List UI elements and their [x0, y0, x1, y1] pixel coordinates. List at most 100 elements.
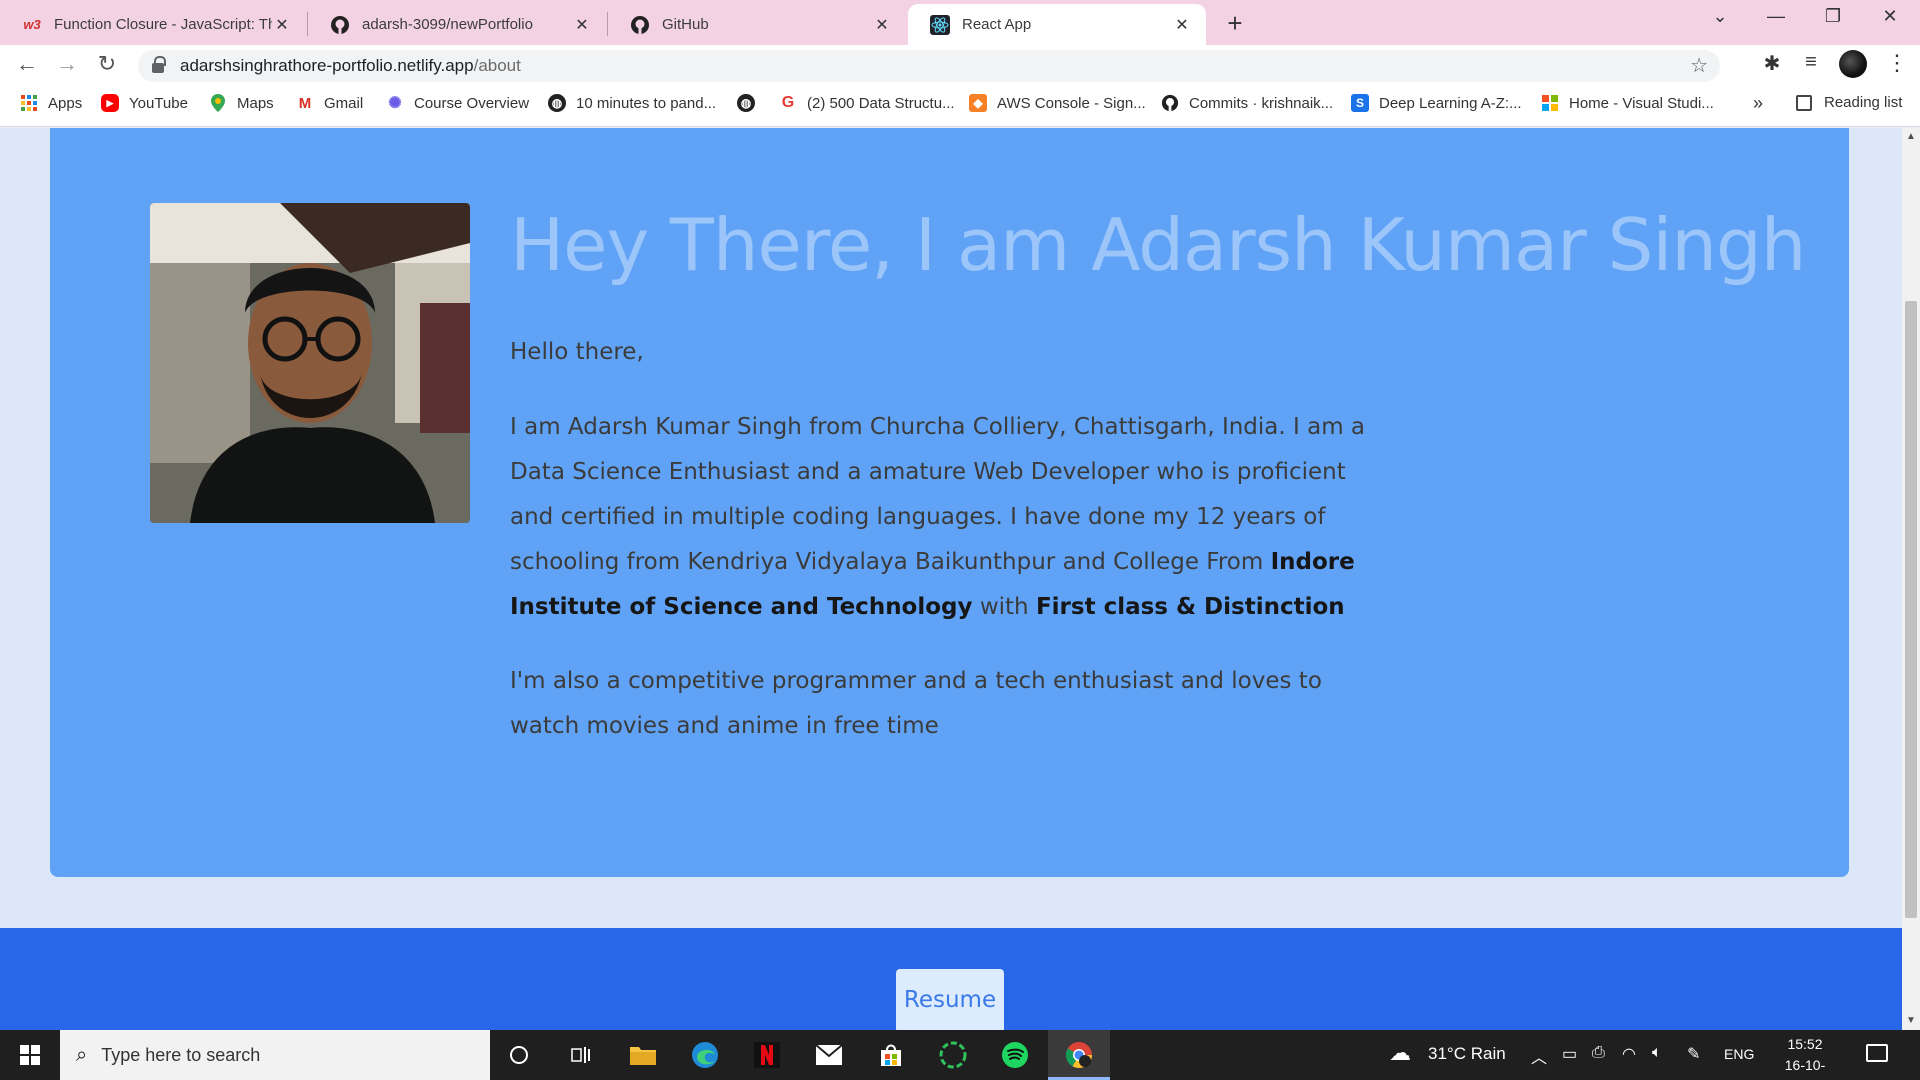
reading-list-button[interactable]: Reading list: [1796, 94, 1902, 111]
globe-icon: ◍: [548, 94, 566, 112]
bookmark-maps[interactable]: Maps: [209, 94, 274, 112]
bookmark-pandas[interactable]: ◍ 10 minutes to pand...: [548, 94, 716, 112]
geeks-icon: G: [781, 94, 795, 111]
reading-list-label: Reading list: [1824, 94, 1903, 111]
close-icon[interactable]: ✕: [1172, 15, 1192, 35]
page-scrollbar[interactable]: ▲ ▼: [1902, 128, 1920, 1030]
avatar[interactable]: [1839, 50, 1867, 78]
start-button[interactable]: [0, 1030, 60, 1080]
minimize-button[interactable]: —: [1761, 6, 1791, 27]
bookmark-course-overview[interactable]: ✺ Course Overview: [386, 94, 530, 113]
bookmark-deep-learning[interactable]: S Deep Learning A-Z:...: [1351, 94, 1522, 112]
cortana-icon[interactable]: [503, 1039, 535, 1071]
w3-icon: w3: [23, 17, 41, 32]
edge-icon[interactable]: [689, 1039, 721, 1071]
search-placeholder: Type here to search: [101, 1044, 261, 1065]
close-icon[interactable]: ✕: [872, 15, 892, 35]
hobbies-paragraph: I'm also a competitive programmer and a …: [510, 668, 1322, 739]
netflix-icon[interactable]: [751, 1039, 783, 1071]
tab-search-icon[interactable]: ⌄: [1705, 6, 1735, 27]
microsoft-icon: [1541, 94, 1559, 112]
bookmark-label: Course Overview: [414, 94, 530, 112]
close-icon[interactable]: ✕: [572, 15, 592, 35]
tab-title: React App: [962, 16, 1032, 33]
bookmark-star-icon[interactable]: ☆: [1690, 53, 1708, 78]
lock-icon[interactable]: [152, 56, 166, 73]
bookmark-label: Deep Learning A-Z:...: [1379, 94, 1522, 112]
back-button[interactable]: ←: [13, 51, 41, 77]
chrome-icon[interactable]: [1063, 1039, 1095, 1071]
scroll-down-arrow-icon[interactable]: ▼: [1902, 1012, 1920, 1030]
resume-button[interactable]: Resume: [896, 969, 1004, 1030]
search-icon: ⌕: [76, 1043, 88, 1066]
tab-function-closure[interactable]: w3 Function Closure - JavaScript: The ✕: [0, 4, 306, 45]
youtube-icon: ▶: [101, 94, 119, 112]
file-explorer-icon[interactable]: [627, 1039, 659, 1071]
reload-button[interactable]: ↻: [93, 51, 121, 77]
about-section: Hey There, I am Adarsh Kumar Singh Hello…: [50, 128, 1849, 877]
profile-photo: [150, 203, 470, 523]
xbox-icon[interactable]: [937, 1039, 969, 1071]
close-icon[interactable]: ✕: [272, 15, 292, 35]
bookmark-globe[interactable]: ◍: [737, 94, 765, 112]
react-icon: [930, 14, 950, 35]
bookmark-data-structures[interactable]: G (2) 500 Data Structu...: [779, 94, 955, 112]
reading-list-icon: [1796, 94, 1812, 111]
weather-rain-icon[interactable]: ☁: [1389, 1040, 1411, 1066]
bookmark-apps[interactable]: Apps: [20, 94, 82, 112]
restore-button[interactable]: ❐: [1818, 6, 1848, 27]
aws-icon: ◆: [969, 94, 987, 112]
tab-react-app[interactable]: React App ✕: [908, 4, 1206, 45]
greeting-text: Hello there,: [510, 339, 644, 365]
bookmark-label: 10 minutes to pand...: [576, 94, 717, 112]
weather-text[interactable]: 31°C Rain: [1428, 1044, 1506, 1064]
volume-icon[interactable]: 🔈︎: [1652, 1044, 1662, 1062]
bookmark-youtube[interactable]: ▶ YouTube: [101, 94, 188, 112]
tab-github[interactable]: GitHub ✕: [608, 4, 906, 45]
github-icon: [630, 15, 650, 35]
bookmark-gmail[interactable]: M Gmail: [296, 94, 363, 112]
github-icon: [330, 15, 350, 35]
windows-taskbar: ⌕ Type here to search ☁ 31°C Rain ︿ ▭ ⎙ …: [0, 1030, 1920, 1080]
scrollbar-thumb[interactable]: [1905, 301, 1917, 918]
chevron-up-icon[interactable]: ︿: [1531, 1044, 1547, 1068]
menu-icon[interactable]: ⋮: [1886, 50, 1908, 76]
wifi-icon[interactable]: ◠: [1622, 1044, 1636, 1064]
language-indicator[interactable]: ENG: [1724, 1046, 1754, 1062]
bookmarks-bar: Apps ▶ YouTube Maps M Gmail ✺ Course Ove…: [0, 85, 1920, 127]
pen-icon[interactable]: ✎: [1687, 1044, 1700, 1064]
mail-icon[interactable]: [813, 1039, 845, 1071]
more-bookmarks-button[interactable]: »: [1753, 93, 1763, 114]
task-view-icon[interactable]: [565, 1039, 597, 1071]
url-host: adarshsinghrathore-portfolio.netlify.app: [180, 56, 474, 75]
meet-now-icon[interactable]: ⎙: [1592, 1044, 1605, 1062]
scroll-up-arrow-icon[interactable]: ▲: [1902, 128, 1920, 146]
bookmark-visual-studio[interactable]: Home - Visual Studi...: [1541, 94, 1714, 112]
battery-icon[interactable]: ▭: [1562, 1044, 1577, 1064]
new-tab-button[interactable]: +: [1221, 8, 1249, 39]
page-title: Hey There, I am Adarsh Kumar Singh: [510, 203, 1806, 287]
media-queue-icon[interactable]: ≡: [1797, 51, 1825, 74]
bio-text: I am Adarsh Kumar Singh from Churcha Col…: [510, 414, 1366, 575]
store-icon[interactable]: [875, 1039, 907, 1071]
system-clock[interactable]: 15:52 16-10-2021: [1770, 1034, 1840, 1080]
notification-icon[interactable]: [1866, 1044, 1888, 1062]
tab-new-portfolio[interactable]: adarsh-3099/newPortfolio ✕: [308, 4, 606, 45]
bookmark-commits[interactable]: Commits · krishnaik...: [1161, 94, 1333, 112]
bookmark-aws[interactable]: ◆ AWS Console - Sign...: [969, 94, 1146, 112]
globe-icon: ◍: [737, 94, 755, 112]
address-bar[interactable]: adarshsinghrathore-portfolio.netlify.app…: [138, 50, 1720, 82]
bookmark-label: AWS Console - Sign...: [997, 94, 1146, 112]
close-window-button[interactable]: ✕: [1875, 6, 1905, 27]
bookmark-label: YouTube: [129, 94, 188, 112]
spotify-icon[interactable]: [999, 1039, 1031, 1071]
bio-connector: with: [972, 594, 1036, 620]
extensions-icon[interactable]: ✱: [1758, 51, 1786, 76]
forward-button[interactable]: →: [53, 51, 81, 77]
url-path: /about: [473, 56, 521, 75]
taskbar-search-input[interactable]: ⌕ Type here to search: [60, 1030, 490, 1080]
windows-logo-icon: [20, 1045, 40, 1065]
clock-date: 16-10-2021: [1784, 1057, 1826, 1080]
grade-text: First class & Distinction: [1035, 594, 1345, 620]
bookmark-label: Maps: [237, 94, 274, 112]
